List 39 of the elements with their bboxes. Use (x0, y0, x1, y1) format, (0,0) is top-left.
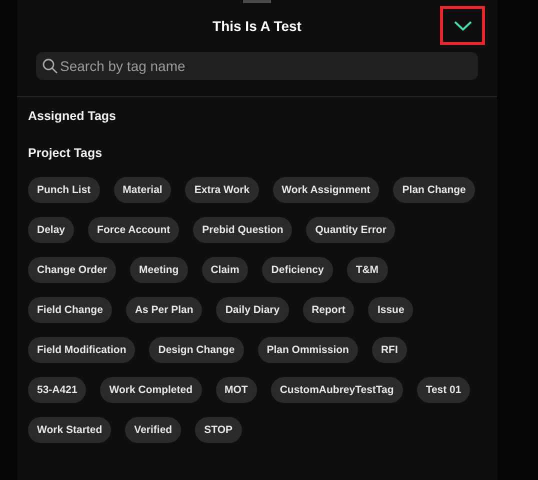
tag-chip[interactable]: Change Order (28, 257, 116, 283)
section-title: Assigned Tags (28, 109, 117, 124)
tag-chip[interactable]: T&M (346, 257, 388, 283)
tag-chip[interactable]: Meeting (130, 257, 188, 283)
tag-chip[interactable]: RFI (372, 337, 407, 363)
panel-title: This Is A Test (212, 18, 302, 34)
tag-chip[interactable]: Force Account (88, 217, 180, 243)
tag-chip[interactable]: Claim (202, 257, 248, 283)
search-icon (42, 58, 58, 74)
tag-chip[interactable]: Material (114, 177, 172, 203)
tag-chip[interactable]: MOT (216, 377, 257, 403)
tag-chip[interactable]: As Per Plan (126, 297, 202, 323)
tag-chip[interactable]: STOP (195, 417, 242, 443)
tag-chip[interactable]: Work Started (28, 417, 112, 443)
tag-chip[interactable]: CustomAubreyTestTag (270, 377, 403, 403)
tag-chip[interactable]: Design Change (149, 337, 244, 363)
tag-chip[interactable]: Plan Ommission (258, 337, 358, 363)
section-title: Project Tags (28, 146, 104, 161)
tag-chip[interactable]: Report (302, 297, 354, 323)
chevron-down-icon (454, 20, 472, 30)
tag-chip[interactable]: Delay (28, 217, 74, 243)
tag-chip[interactable]: Field Change (28, 297, 112, 323)
tag-chip[interactable]: Punch List (28, 177, 100, 203)
tag-chip[interactable]: Daily Diary (216, 297, 289, 323)
tag-chip[interactable]: Plan Change (393, 177, 475, 203)
tag-chip[interactable]: 53-A421 (28, 377, 86, 403)
tag-chip[interactable]: Deficiency (262, 257, 333, 283)
tag-chip[interactable]: Prebid Question (193, 217, 292, 243)
tag-chip[interactable]: Verified (125, 417, 182, 443)
tag-chip[interactable]: Quantity Error (306, 217, 396, 243)
tag-chip[interactable]: Extra Work (185, 177, 259, 203)
search-field[interactable]: Search by tag name (36, 52, 478, 80)
tag-chip[interactable]: Test 01 (416, 377, 470, 403)
tag-chip[interactable]: Field Modification (28, 337, 136, 363)
tag-chip[interactable]: Work Assignment (272, 177, 380, 203)
drag-handle[interactable] (243, 0, 271, 3)
collapse-button[interactable] (440, 6, 485, 45)
tag-chip[interactable]: Work Completed (100, 377, 202, 403)
tag-chip[interactable]: Issue (368, 297, 414, 323)
